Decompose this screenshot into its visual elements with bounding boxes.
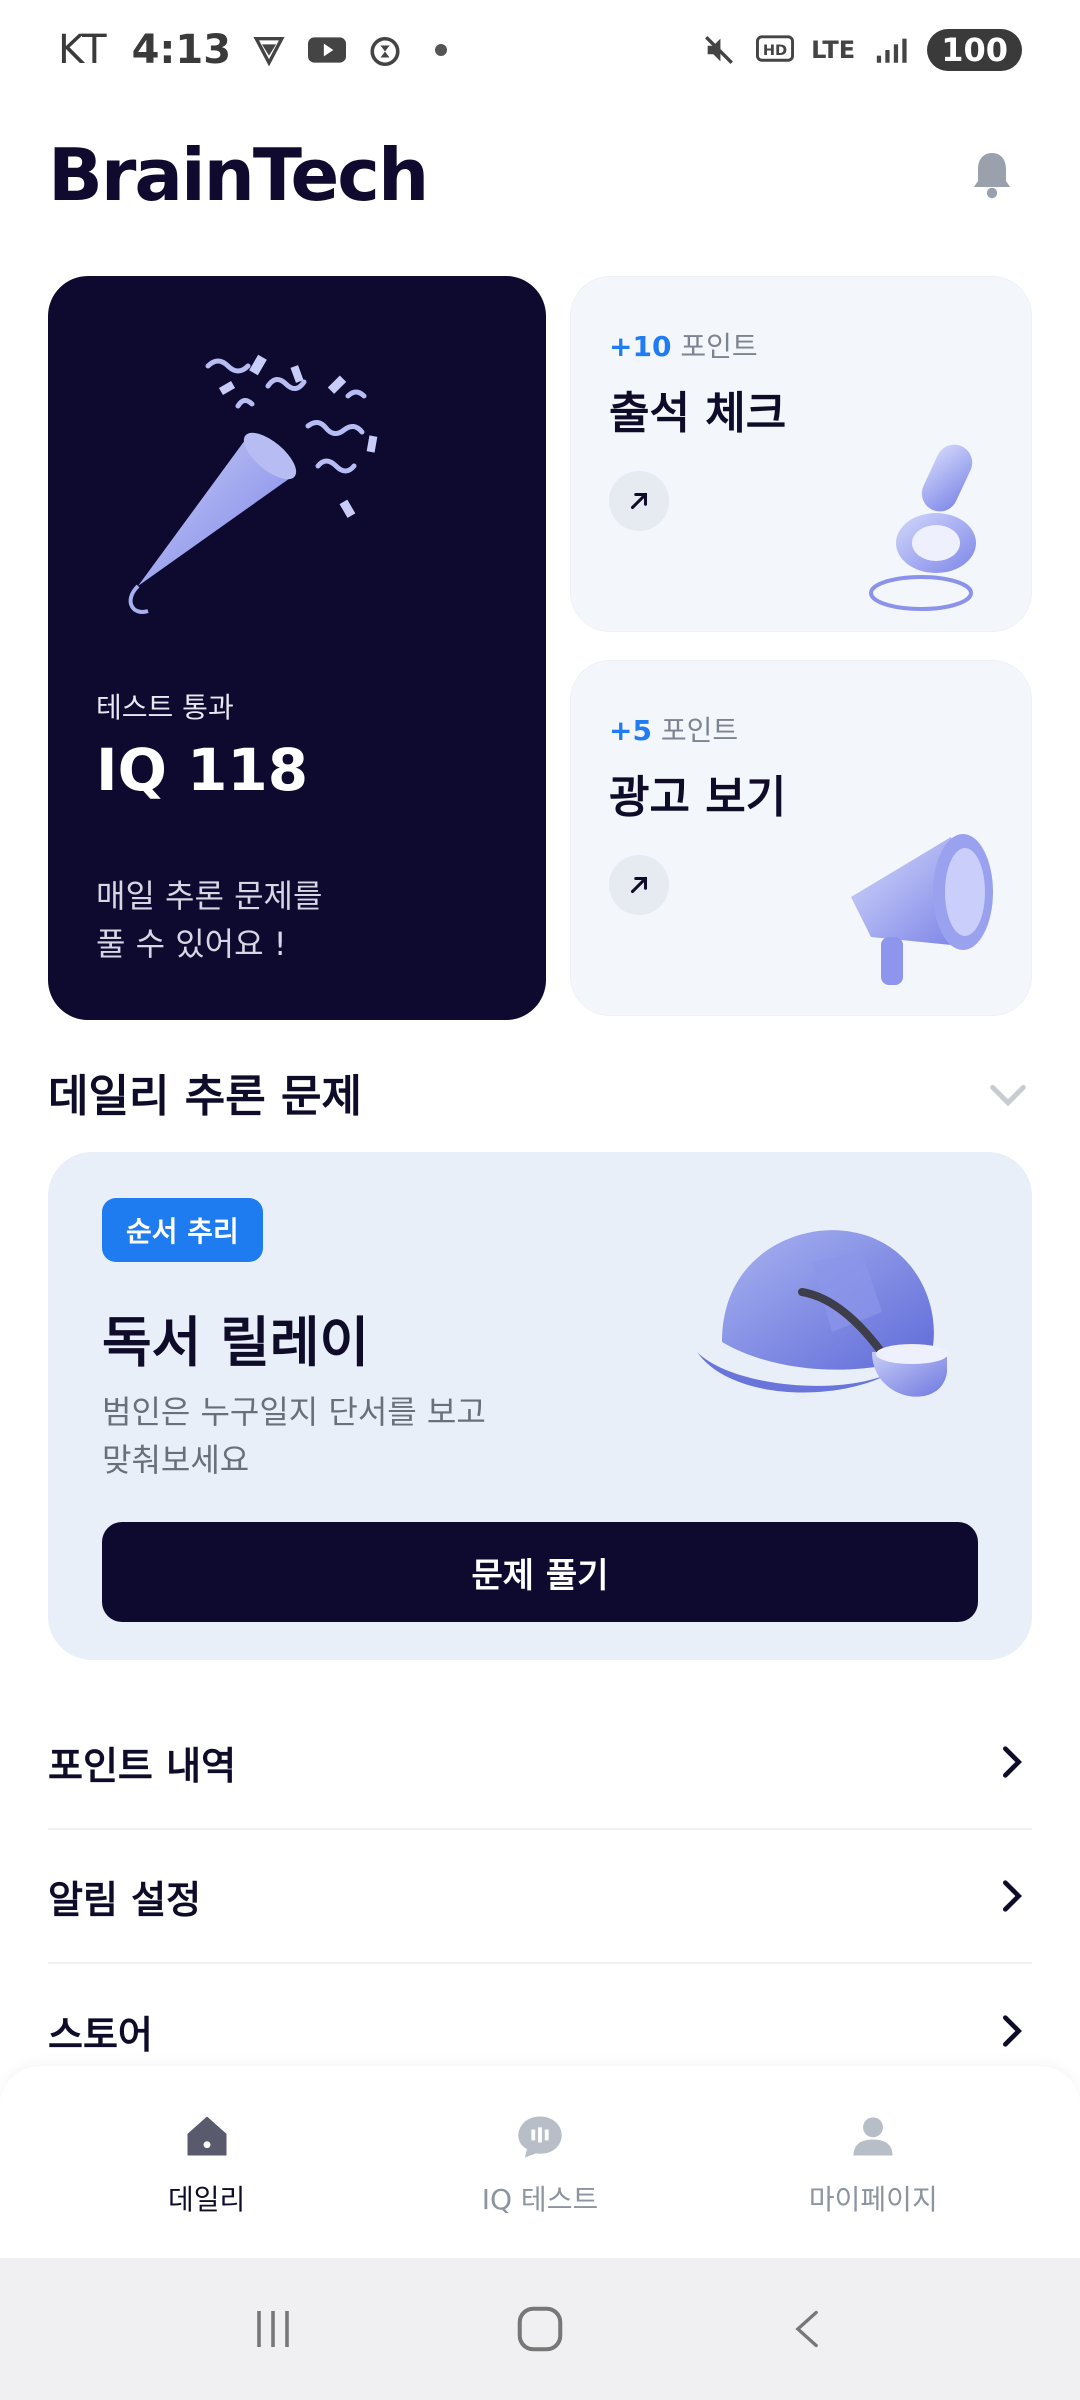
attendance-points-label: 포인트 bbox=[680, 330, 758, 363]
iq-card-description: 매일 추론 문제를 풀 수 있어요 ! bbox=[96, 872, 516, 968]
iq-card-subtitle: 테스트 통과 bbox=[96, 691, 234, 724]
arrow-up-right-icon bbox=[630, 876, 648, 894]
chevron-right-icon bbox=[1003, 2015, 1022, 2047]
megaphone-icon bbox=[851, 834, 993, 985]
recent-apps-icon bbox=[257, 2311, 290, 2347]
daily-problem-card: 순서 추리 독서 릴레이 범인은 누구일지 단서를 보고 맞춰보세요 문제 풀기 bbox=[48, 1152, 1032, 1660]
network-type: LTE bbox=[811, 36, 856, 64]
nav-label-mypage: 마이페이지 bbox=[808, 2183, 938, 2216]
menu-item-point-history[interactable]: 포인트 내역 bbox=[48, 1696, 1032, 1830]
chevron-down-icon[interactable] bbox=[985, 1072, 1031, 1118]
ad-points-label: 포인트 bbox=[660, 714, 739, 747]
nav-item-daily[interactable]: 데일리 bbox=[57, 2106, 357, 2218]
iq-desc-line1: 매일 추론 문제를 bbox=[96, 877, 323, 915]
detective-hat-pipe-icon bbox=[697, 1230, 948, 1397]
nav-label-daily: 데일리 bbox=[168, 2183, 246, 2216]
attendance-title: 출석 체크 bbox=[609, 388, 787, 439]
home-icon bbox=[177, 2106, 237, 2166]
attendance-go-button[interactable] bbox=[609, 471, 669, 531]
menu-item-label: 스토어 bbox=[48, 2012, 153, 2057]
back-button[interactable] bbox=[762, 2284, 852, 2374]
menu-list: 포인트 내역 알림 설정 스토어 bbox=[48, 1696, 1032, 2098]
solve-problem-button[interactable]: 문제 풀기 bbox=[102, 1522, 978, 1622]
menu-item-label: 알림 설정 bbox=[48, 1877, 202, 1922]
mute-icon bbox=[699, 30, 739, 70]
nav-item-mypage[interactable]: 마이페이지 bbox=[723, 2106, 1023, 2218]
timer-icon bbox=[365, 30, 405, 70]
problem-description: 범인은 누구일지 단서를 보고 맞춰보세요 bbox=[102, 1388, 532, 1484]
back-chevron-icon bbox=[795, 2310, 818, 2348]
svg-text:HD: HD bbox=[763, 42, 787, 59]
daily-section-title: 데일리 추론 문제 bbox=[48, 1071, 362, 1122]
menu-item-label: 포인트 내역 bbox=[48, 1743, 237, 1788]
iq-result-card[interactable]: 테스트 통과 IQ 118 매일 추론 문제를 풀 수 있어요 ! bbox=[48, 276, 546, 1020]
chevron-right-icon bbox=[1003, 1746, 1022, 1778]
recent-apps-button[interactable] bbox=[228, 2284, 318, 2374]
status-left: KT 4:13 bbox=[58, 27, 448, 73]
signal-icon bbox=[871, 30, 911, 70]
youtube-icon bbox=[307, 30, 347, 70]
carrier-label: KT bbox=[58, 27, 108, 73]
ad-points-value: +5 bbox=[609, 714, 652, 747]
attendance-check-card[interactable]: +10 포인트 출석 체크 bbox=[570, 276, 1032, 632]
arrow-up-right-icon bbox=[630, 492, 648, 510]
battery-indicator: 100 bbox=[927, 29, 1022, 71]
ad-title: 광고 보기 bbox=[609, 772, 787, 823]
bottom-navigation: 데일리 IQ 테스트 마이페이지 bbox=[0, 2066, 1080, 2258]
watch-ad-card[interactable]: +5 포인트 광고 보기 bbox=[570, 660, 1032, 1016]
problem-category-badge: 순서 추리 bbox=[102, 1198, 263, 1262]
ad-points: +5 포인트 bbox=[609, 709, 738, 749]
iq-desc-line2: 풀 수 있어요 ! bbox=[96, 925, 287, 963]
home-button[interactable] bbox=[495, 2284, 585, 2374]
vpn-shield-icon bbox=[249, 30, 289, 70]
notification-bell-button[interactable] bbox=[952, 135, 1032, 215]
attendance-points-value: +10 bbox=[609, 330, 672, 363]
status-bar: KT 4:13 HD LTE 100 bbox=[0, 0, 1080, 100]
notification-dot bbox=[435, 44, 448, 56]
person-icon bbox=[843, 2106, 903, 2166]
problem-desc-line1: 범인은 누구일지 단서를 보고 bbox=[102, 1393, 486, 1431]
chevron-right-icon bbox=[1003, 1880, 1022, 1912]
status-time: 4:13 bbox=[131, 27, 232, 73]
stamp-icon bbox=[869, 444, 976, 611]
app-header: BrainTech bbox=[48, 130, 1032, 220]
home-square-icon bbox=[517, 2306, 563, 2352]
bell-icon bbox=[974, 153, 1010, 199]
nav-item-iq-test[interactable]: IQ 테스트 bbox=[390, 2106, 690, 2218]
attendance-points: +10 포인트 bbox=[609, 325, 758, 365]
app-logo: BrainTech bbox=[48, 133, 429, 217]
menu-item-notification-settings[interactable]: 알림 설정 bbox=[48, 1830, 1032, 1964]
ad-go-button[interactable] bbox=[609, 855, 669, 915]
problem-desc-line2: 맞춰보세요 bbox=[102, 1441, 250, 1479]
status-right: HD LTE 100 bbox=[699, 29, 1022, 71]
hd-voice-icon: HD bbox=[755, 30, 795, 70]
nav-label-iq-test: IQ 테스트 bbox=[481, 2183, 599, 2216]
chat-bubble-icon bbox=[510, 2106, 570, 2166]
iq-score: IQ 118 bbox=[96, 736, 309, 804]
problem-title: 독서 릴레이 bbox=[102, 1311, 370, 1374]
system-navigation-bar bbox=[0, 2258, 1080, 2400]
party-popper-icon bbox=[128, 354, 378, 614]
